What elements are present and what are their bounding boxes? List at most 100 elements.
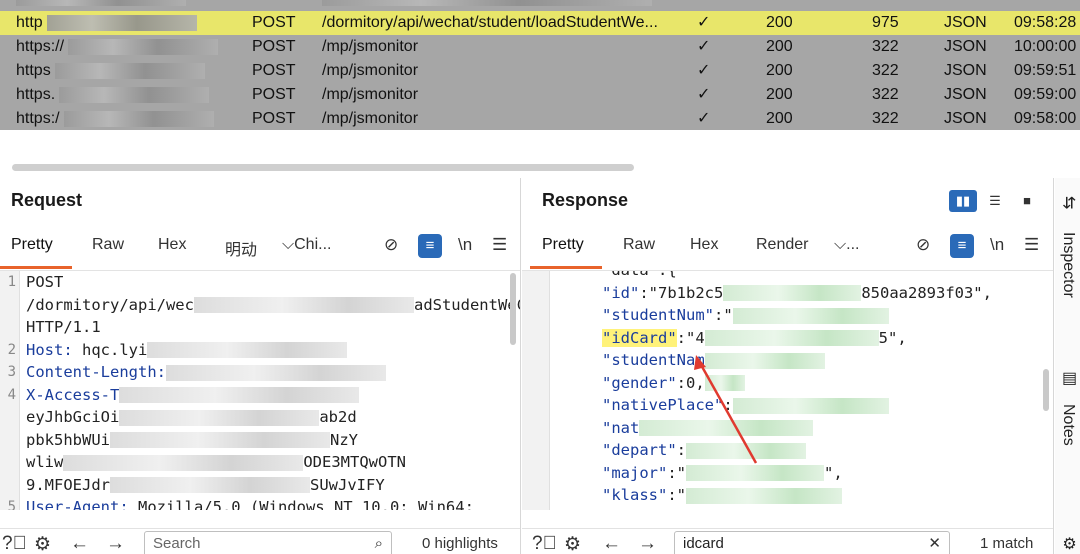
cell-time: 10:00:00: [1014, 38, 1077, 55]
cell-status: 200: [766, 14, 793, 31]
menu-icon[interactable]: ☰: [1024, 235, 1039, 255]
cell-mime: JSON: [944, 86, 987, 103]
tab-render[interactable]: Render: [756, 236, 808, 254]
code-text: Content-Length:: [26, 361, 386, 383]
single-pane-icon[interactable]: ■: [1013, 190, 1041, 212]
cell-time: 09:59:00: [1014, 86, 1077, 103]
code-text: User-Agent: Mozilla/5.0 (Windows NT 10.0…: [26, 498, 474, 510]
split-horizontal-icon[interactable]: ☰: [981, 190, 1009, 212]
cell-length: 322: [872, 62, 899, 79]
newline-icon[interactable]: \n: [458, 235, 472, 255]
request-title: Request: [11, 190, 83, 210]
request-search-bar: ?⃝ ⚙ ← → Search ⌕ 0 highlights: [0, 528, 520, 554]
response-panel: Response ▮▮ ☰ ■ Pretty Raw Hex Render ⌵.…: [522, 178, 1054, 554]
table-row[interactable]: https:// POST/mp/jsmonitor ✓ 200 322 JSON 10:0…: [0, 35, 1080, 59]
cell-url: http: [16, 11, 246, 35]
cell-status: 200: [766, 110, 793, 127]
line-number: 2: [7, 341, 16, 358]
cell-method: POST: [252, 62, 296, 79]
code-text: wliw ODE3MTQwOTN: [26, 453, 406, 471]
horizontal-scrollbar[interactable]: [0, 130, 1080, 178]
forward-arrow-icon[interactable]: →: [106, 533, 125, 554]
forward-arrow-icon[interactable]: →: [638, 533, 657, 554]
cell-url: https: [16, 59, 246, 83]
line-number: 3: [7, 364, 16, 380]
tab-pretty[interactable]: Pretty: [542, 236, 584, 254]
tab-chinese-menu[interactable]: ⌵Chi...: [282, 236, 331, 254]
cell-mime: JSON: [944, 62, 987, 79]
cell-edited: ✓: [697, 38, 711, 55]
tab-pretty[interactable]: Pretty: [11, 236, 53, 254]
request-match-count: 0 highlights: [422, 535, 498, 552]
active-tab-indicator: [530, 266, 602, 269]
code-text: POST: [26, 273, 64, 291]
inspector-tab[interactable]: Inspector: [1059, 232, 1077, 298]
tab-extension[interactable]: 明动: [225, 236, 257, 260]
response-editor[interactable]: "data":{"id":"7b1b2c5 850aa2893f03", "stud…: [522, 270, 1053, 510]
cell-mime: JSON: [944, 110, 987, 127]
help-icon[interactable]: ?⃝: [532, 533, 557, 554]
request-editor[interactable]: 1 POST/dormitory/api/wecadStudentWeChat HT…: [0, 270, 520, 510]
cell-url: https://: [16, 35, 246, 59]
cell-edited: ✓: [697, 86, 711, 103]
cell-edited: ✓: [697, 62, 711, 79]
gear-icon[interactable]: ⚙: [34, 533, 51, 554]
back-arrow-icon[interactable]: ←: [70, 533, 89, 554]
response-tabs: Pretty Raw Hex Render ⌵... ⊘ ≡ \n ☰: [522, 228, 1053, 269]
code-text: eyJhbGciOi ab2d: [26, 408, 357, 426]
request-tabs: Pretty Raw Hex 明动 ⌵Chi... ⊘ ≡ \n ☰: [0, 228, 520, 269]
code-text: X-Access-T: [26, 384, 360, 406]
cell-url: https.: [16, 83, 246, 107]
request-scrollbar[interactable]: [510, 273, 516, 345]
cell-edited: ✓: [697, 110, 711, 127]
code-text: HTTP/1.1: [26, 318, 101, 336]
tab-hex[interactable]: Hex: [158, 236, 186, 254]
table-row[interactable]: https POST/mp/jsmonitor ✓ 200 322 JSON 09:59:5…: [0, 59, 1080, 83]
cell-time: 09:59:51: [1014, 62, 1077, 79]
line-number: 1: [7, 274, 16, 290]
notes-tab[interactable]: Notes: [1059, 404, 1077, 446]
code-text: 9.MFOEJdr SUwJvIFY: [26, 475, 385, 494]
pretty-print-icon[interactable]: ≡: [418, 234, 442, 258]
code-text: Host: hqc.lyi: [26, 339, 348, 361]
search-icon[interactable]: ⌕: [375, 532, 383, 554]
layout-toggle: ▮▮ ☰ ■: [949, 190, 1041, 212]
split-vertical-icon[interactable]: ▮▮: [949, 190, 977, 212]
inspector-icon[interactable]: ⇆: [1059, 196, 1078, 209]
back-arrow-icon[interactable]: ←: [602, 533, 621, 554]
http-history-table: http POST/dormitory/api/wechat/student/lo…: [0, 0, 1080, 130]
active-tab-indicator: [0, 266, 72, 269]
tab-hex[interactable]: Hex: [690, 236, 718, 254]
tab-raw[interactable]: Raw: [623, 236, 655, 254]
table-row[interactable]: https. POST/mp/jsmonitor ✓ 200 322 JSON 09:59:…: [0, 83, 1080, 107]
help-icon[interactable]: ?⃝: [2, 533, 27, 554]
table-row-partial[interactable]: [0, 0, 1080, 10]
scrollbar-thumb[interactable]: [12, 164, 634, 171]
tab-more[interactable]: ⌵...: [834, 236, 859, 254]
menu-icon[interactable]: ☰: [492, 235, 507, 255]
cell-length: 322: [872, 110, 899, 127]
settings-icon[interactable]: ⚙: [1059, 534, 1078, 553]
cell-path: /dormitory/api/wechat/student/loadStuden…: [322, 14, 658, 31]
cell-time: 09:58:00: [1014, 110, 1077, 127]
gear-icon[interactable]: ⚙: [564, 533, 581, 554]
cell-method: POST: [252, 110, 296, 127]
request-search-input[interactable]: Search ⌕: [144, 531, 392, 554]
response-search-input[interactable]: idcard ✕: [674, 531, 950, 554]
hide-nonprintable-icon[interactable]: ⊘: [384, 235, 398, 255]
newline-icon[interactable]: \n: [990, 235, 1004, 255]
line-number: 4: [7, 386, 16, 403]
clear-icon[interactable]: ✕: [928, 532, 941, 554]
response-search-bar: ?⃝ ⚙ ← → idcard ✕ 1 match: [522, 528, 1053, 554]
table-row[interactable]: http POST/dormitory/api/wechat/student/lo…: [0, 11, 1080, 35]
table-row[interactable]: https:/ POST/mp/jsmonitor ✓ 200 322 JSON 09:58…: [0, 107, 1080, 130]
cell-url: https:/: [16, 107, 246, 130]
line-number: 5: [7, 499, 16, 510]
cell-mime: JSON: [944, 38, 987, 55]
cell-length: 322: [872, 38, 899, 55]
pretty-print-icon[interactable]: ≡: [950, 234, 974, 258]
tab-raw[interactable]: Raw: [92, 236, 124, 254]
notes-icon[interactable]: ▤: [1059, 368, 1078, 387]
hide-nonprintable-icon[interactable]: ⊘: [916, 235, 930, 255]
cell-path: /mp/jsmonitor: [322, 38, 419, 55]
